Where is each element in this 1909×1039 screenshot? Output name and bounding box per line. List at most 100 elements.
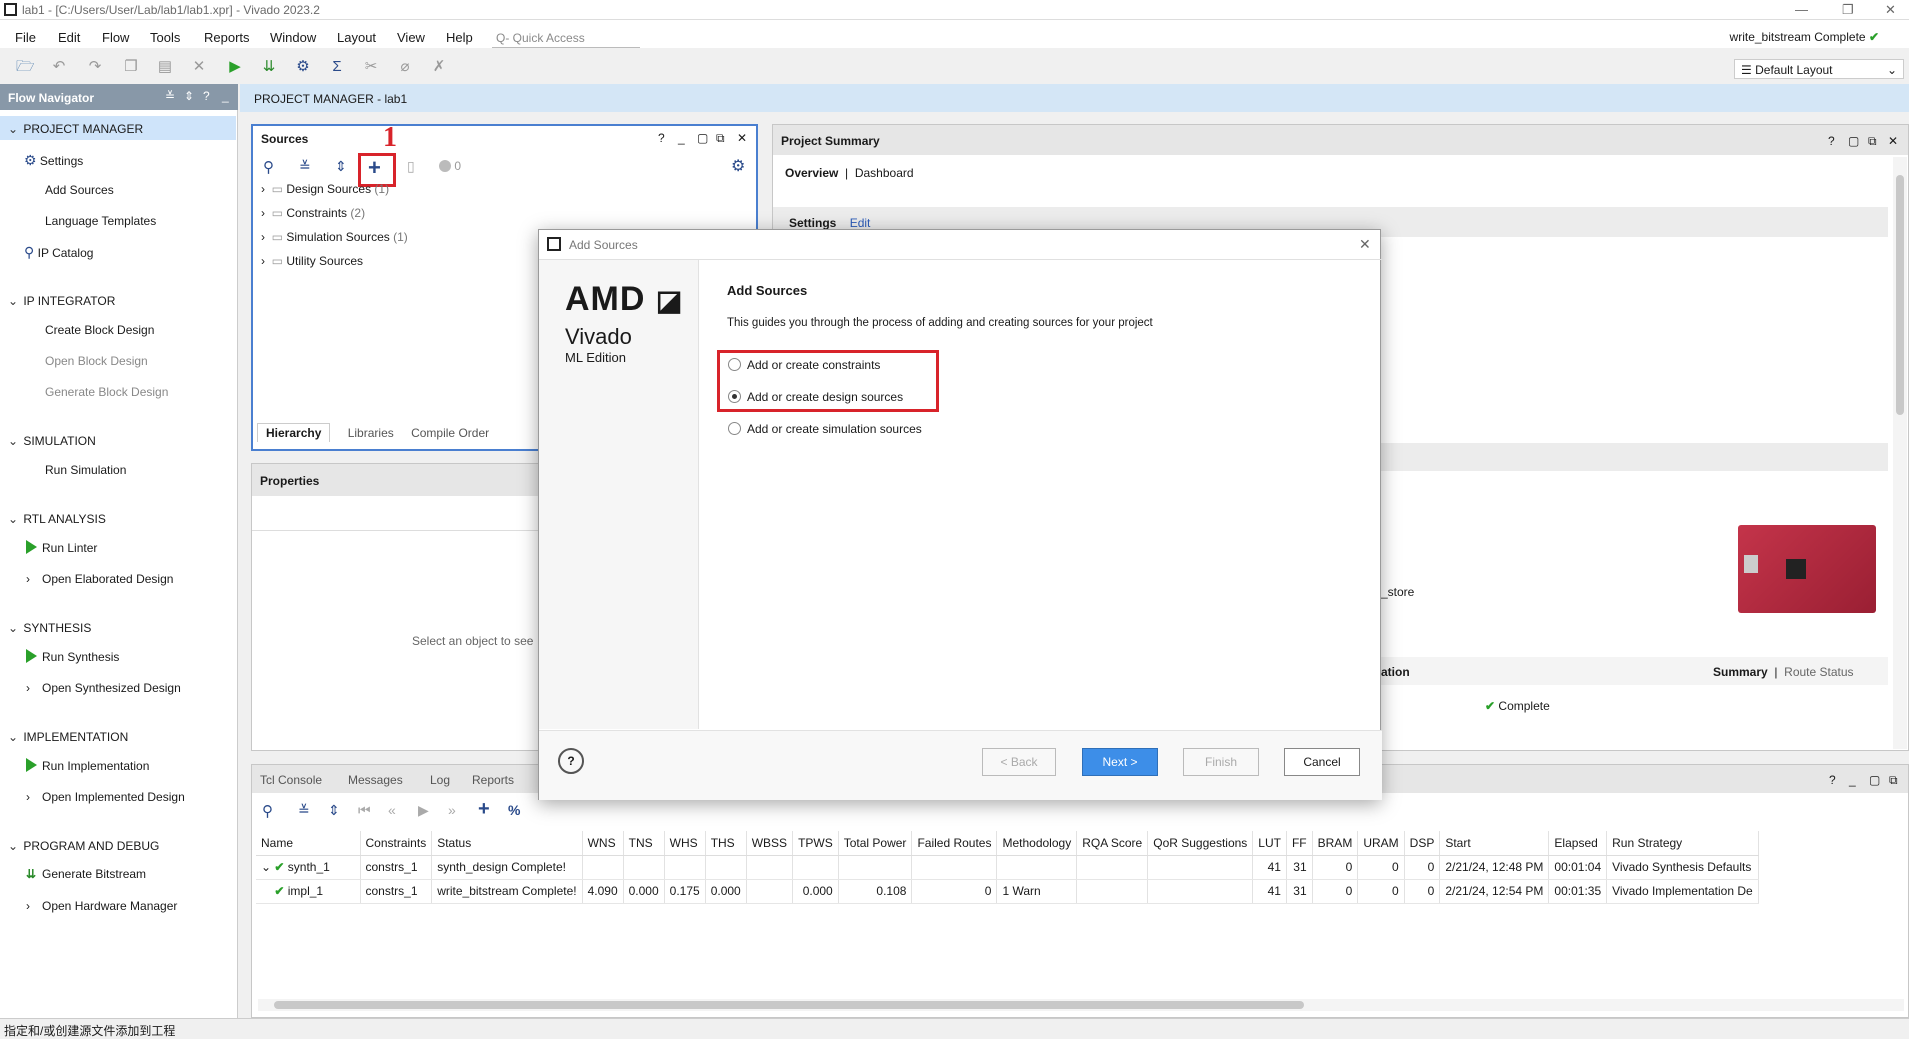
column-header[interactable]: LUT — [1252, 831, 1287, 856]
tool-disabled-icon-2[interactable]: ⌀ — [396, 58, 414, 76]
add-run-icon[interactable]: + — [478, 798, 490, 821]
tab-reports[interactable]: Reports — [472, 773, 514, 787]
runs-expand-icon[interactable]: ⇕ — [328, 802, 340, 819]
nav-item-open-synthesized-design[interactable]: › Open Synthesized Design — [26, 681, 181, 695]
nav-item-open-hardware-manager[interactable]: › Open Hardware Manager — [26, 899, 177, 913]
close-window-icon[interactable]: ✕ — [1885, 2, 1896, 18]
nav-item-run-synthesis[interactable]: Run Synthesis — [26, 649, 119, 664]
expand-all-icon[interactable]: ⇕ — [335, 158, 347, 175]
nav-item-run-implementation[interactable]: Run Implementation — [26, 758, 149, 773]
section-project-manager[interactable]: ⌄ PROJECT MANAGER — [8, 122, 143, 136]
summary-restore-icon[interactable]: ▢ — [1848, 134, 1859, 148]
nav-minimize-icon[interactable]: _ — [222, 89, 229, 103]
menu-help[interactable]: Help — [446, 30, 473, 45]
open-project-icon[interactable]: 🗁 — [16, 58, 35, 76]
scrollbar-thumb[interactable] — [274, 1001, 1304, 1009]
column-header[interactable]: DSP — [1404, 831, 1441, 856]
radio-design-sources[interactable] — [728, 390, 741, 403]
tree-item-constraints[interactable]: › ▭ Constraints (2) — [261, 206, 365, 220]
runs-search-icon[interactable]: ⚲ — [262, 802, 273, 820]
nav-item-open-implemented-design[interactable]: › Open Implemented Design — [26, 790, 185, 804]
tab-summary[interactable]: Summary — [1713, 665, 1768, 679]
nav-help-icon[interactable]: ? — [203, 89, 210, 103]
back-button[interactable]: < Back — [982, 748, 1056, 776]
sources-float-icon[interactable]: ⧉ — [716, 131, 725, 146]
tree-item-utility-sources[interactable]: › ▭ Utility Sources — [261, 254, 363, 268]
nav-item-create-block-design[interactable]: Create Block Design — [45, 323, 154, 337]
summary-scrollbar[interactable] — [1893, 157, 1907, 749]
column-header[interactable]: RQA Score — [1076, 831, 1149, 856]
section-rtl-analysis[interactable]: ⌄ RTL ANALYSIS — [8, 512, 106, 526]
nav-item-generate-block-design[interactable]: Generate Block Design — [45, 385, 168, 399]
scrollbar-thumb[interactable] — [1896, 175, 1904, 415]
tab-compile-order[interactable]: Compile Order — [411, 426, 489, 440]
menu-window[interactable]: Window — [270, 30, 316, 45]
column-header[interactable]: Status — [431, 831, 583, 856]
chevron-down-icon[interactable]: ⌄ — [261, 860, 274, 874]
column-header[interactable]: THS — [705, 831, 747, 856]
menu-edit[interactable]: Edit — [58, 30, 80, 45]
radio-simulation-sources[interactable] — [728, 422, 741, 435]
horizontal-scrollbar[interactable] — [258, 999, 1904, 1011]
sources-minimize-icon[interactable]: _ — [678, 131, 685, 145]
option-simulation-sources[interactable]: Add or create simulation sources — [728, 422, 922, 436]
section-implementation[interactable]: ⌄ IMPLEMENTATION — [8, 730, 128, 744]
sources-settings-gear-icon[interactable]: ⚙ — [731, 156, 745, 176]
menu-tools[interactable]: Tools — [150, 30, 180, 45]
nav-item-ip-catalog[interactable]: ⚲ IP Catalog — [24, 244, 93, 261]
collapse-all-icon[interactable]: ≚ — [165, 89, 175, 103]
layout-select[interactable]: ☰ Default Layout ⌄ — [1734, 59, 1904, 79]
bottom-minimize-icon[interactable]: _ — [1849, 773, 1856, 787]
column-header[interactable]: Failed Routes — [911, 831, 998, 856]
summary-close-icon[interactable]: ✕ — [1888, 134, 1898, 148]
runs-collapse-icon[interactable]: ≚ — [298, 802, 310, 819]
quick-access-input[interactable]: Q- Quick Access — [492, 28, 640, 48]
tab-tcl-console[interactable]: Tcl Console — [260, 773, 322, 787]
section-program-and-debug[interactable]: ⌄ PROGRAM AND DEBUG — [8, 839, 159, 853]
option-constraints[interactable]: Add or create constraints — [728, 358, 880, 372]
delete-icon[interactable]: ✕ — [190, 58, 208, 76]
tab-messages[interactable]: Messages — [348, 773, 403, 787]
tab-libraries[interactable]: Libraries — [348, 426, 394, 440]
column-header[interactable]: Run Strategy — [1606, 831, 1759, 856]
sigma-icon[interactable]: Σ — [328, 58, 346, 76]
column-header[interactable]: FF — [1286, 831, 1313, 856]
tab-log[interactable]: Log — [430, 773, 450, 787]
restore-icon[interactable]: ❐ — [1842, 2, 1854, 18]
tab-dashboard[interactable]: Dashboard — [855, 166, 914, 180]
bottom-float-icon[interactable]: ⧉ — [1889, 773, 1898, 788]
collapse-all-icon[interactable]: ≚ — [299, 158, 311, 175]
tree-item-simulation-sources[interactable]: › ▭ Simulation Sources (1) — [261, 230, 408, 244]
column-header[interactable]: WHS — [664, 831, 706, 856]
sources-help-icon[interactable]: ? — [658, 131, 665, 145]
menu-layout[interactable]: Layout — [337, 30, 376, 45]
minimize-icon[interactable]: — — [1795, 2, 1808, 17]
previous-icon[interactable]: « — [388, 802, 396, 818]
menu-flow[interactable]: Flow — [102, 30, 129, 45]
radio-constraints[interactable] — [728, 358, 741, 371]
nav-item-add-sources[interactable]: Add Sources — [45, 183, 114, 197]
column-header[interactable]: Total Power — [838, 831, 913, 856]
nav-item-generate-bitstream[interactable]: ⇊ Generate Bitstream — [26, 867, 146, 881]
expand-all-icon[interactable]: ⇕ — [184, 89, 194, 103]
tab-route-status[interactable]: Route Status — [1784, 665, 1853, 679]
column-header[interactable]: TPWS — [792, 831, 839, 856]
sources-restore-icon[interactable]: ▢ — [697, 131, 708, 145]
dialog-close-icon[interactable]: ✕ — [1359, 236, 1371, 253]
copy-icon[interactable]: ❐ — [122, 58, 140, 76]
bottom-help-icon[interactable]: ? — [1829, 773, 1836, 787]
finish-button[interactable]: Finish — [1183, 748, 1259, 776]
column-header[interactable]: BRAM — [1312, 831, 1359, 856]
bottom-restore-icon[interactable]: ▢ — [1869, 773, 1880, 787]
tab-overview[interactable]: Overview — [785, 166, 838, 180]
column-header[interactable]: URAM — [1357, 831, 1405, 856]
play-icon[interactable]: ▶ — [418, 802, 429, 819]
add-sources-button[interactable]: + — [368, 155, 381, 181]
menu-file[interactable]: File — [15, 30, 36, 45]
next-icon[interactable]: » — [448, 802, 456, 818]
column-header[interactable]: WNS — [582, 831, 624, 856]
column-header[interactable]: Name — [256, 831, 361, 856]
tool-disabled-icon-3[interactable]: ✗ — [430, 58, 448, 76]
dialog-help-icon[interactable]: ? — [558, 748, 584, 774]
percent-icon[interactable]: % — [508, 802, 520, 818]
